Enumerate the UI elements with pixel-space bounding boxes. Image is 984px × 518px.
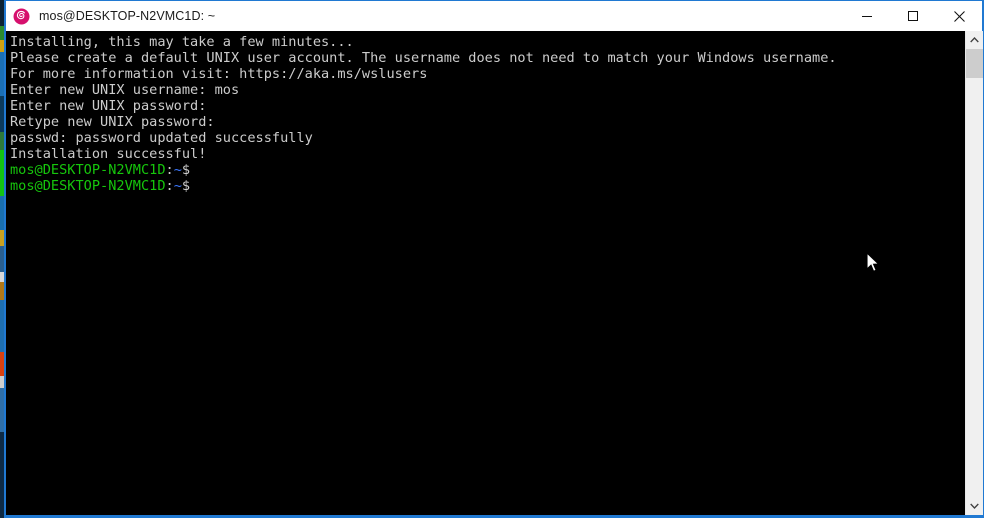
window-titlebar[interactable]: mos@DESKTOP-N2VMC1D: ~ — [6, 1, 982, 31]
scrollbar-track[interactable] — [966, 78, 983, 497]
terminal-line: Installation successful! — [10, 146, 207, 162]
maximize-icon — [908, 11, 918, 21]
chevron-up-icon — [970, 37, 979, 43]
prompt-user-host: mos@DESKTOP-N2VMC1D — [10, 162, 166, 178]
terminal-line: Retype new UNIX password: — [10, 114, 215, 130]
prompt-path: ~ — [173, 178, 182, 194]
prompt-sigil: $ — [181, 178, 191, 194]
prompt-sigil: $ — [181, 162, 191, 178]
terminal-line: For more information visit: https://aka.… — [10, 66, 428, 82]
terminal-prompt-line: mos@DESKTOP-N2VMC1D:~$ — [10, 162, 965, 178]
terminal-line: Installing, this may take a few minutes.… — [10, 34, 354, 50]
chevron-down-icon — [970, 503, 979, 509]
prompt-path: ~ — [173, 162, 182, 178]
prompt-user-host: mos@DESKTOP-N2VMC1D — [10, 178, 166, 194]
window-controls — [844, 1, 982, 31]
terminal-client-area: Installing, this may take a few minutes.… — [6, 31, 983, 515]
close-button[interactable] — [936, 1, 982, 31]
minimize-icon — [862, 16, 872, 17]
terminal-line: Please create a default UNIX user accoun… — [10, 50, 837, 66]
vertical-scrollbar[interactable] — [965, 31, 983, 515]
minimize-button[interactable] — [844, 1, 890, 31]
maximize-button[interactable] — [890, 1, 936, 31]
terminal-window: mos@DESKTOP-N2VMC1D: ~ Installing, this … — [4, 0, 984, 518]
terminal-output[interactable]: Installing, this may take a few minutes.… — [6, 31, 965, 515]
terminal-line: passwd: password updated successfully — [10, 130, 313, 146]
prompt-colon: : — [165, 162, 174, 178]
terminal-line: Enter new UNIX password: — [10, 98, 207, 114]
scroll-down-button[interactable] — [966, 497, 983, 515]
screen: mos@DESKTOP-N2VMC1D: ~ Installing, this … — [0, 0, 984, 518]
window-title: mos@DESKTOP-N2VMC1D: ~ — [39, 9, 216, 23]
terminal-line: Enter new UNIX username: mos — [10, 82, 240, 98]
prompt-colon: : — [165, 178, 174, 194]
scroll-up-button[interactable] — [966, 31, 983, 49]
debian-swirl-icon — [13, 8, 30, 24]
terminal-prompt-line-active[interactable]: mos@DESKTOP-N2VMC1D:~$ — [10, 178, 965, 194]
close-icon — [953, 10, 965, 22]
scrollbar-thumb[interactable] — [966, 49, 983, 78]
